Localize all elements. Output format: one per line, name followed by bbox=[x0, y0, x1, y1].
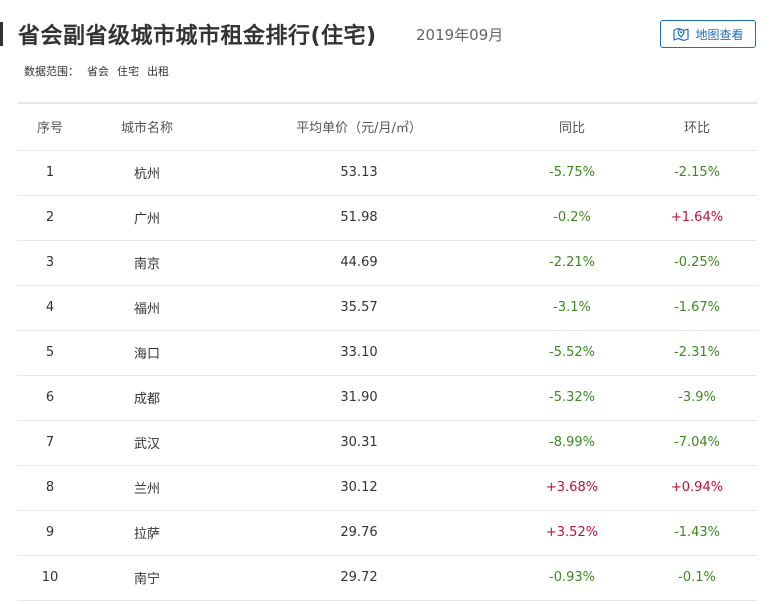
cell-yoy: -5.32% bbox=[549, 390, 595, 405]
cell-mom: -1.43% bbox=[674, 525, 720, 540]
cell-yoy: -0.2% bbox=[553, 210, 591, 225]
data-scope-label: 数据范围： bbox=[24, 65, 79, 78]
cell-price: 51.98 bbox=[340, 210, 378, 225]
rent-ranking-table: 序号 城市名称 平均单价（元/月/㎡） 同比 环比 1 杭州 53.13 -5.75%… bbox=[17, 102, 757, 601]
map-location-icon bbox=[673, 27, 690, 42]
cell-yoy: -0.93% bbox=[549, 570, 595, 585]
column-header-yoy: 同比 bbox=[558, 121, 585, 137]
cell-index: 2 bbox=[45, 210, 55, 225]
cell-city: 南宁 bbox=[133, 572, 160, 587]
cell-price: 30.31 bbox=[340, 435, 378, 450]
cell-city: 福州 bbox=[133, 302, 160, 317]
scope-tag-region: 省会 bbox=[87, 65, 109, 78]
cell-price: 33.10 bbox=[340, 345, 378, 360]
cell-yoy: +3.68% bbox=[545, 480, 599, 495]
column-header-city: 城市名称 bbox=[120, 121, 173, 137]
map-view-button[interactable]: 地图查看 bbox=[660, 20, 756, 48]
column-header-index: 序号 bbox=[36, 121, 63, 137]
cell-mom: +0.94% bbox=[670, 480, 724, 495]
page-title: 省会副省级城市城市租金排行(住宅) bbox=[18, 24, 377, 49]
cell-yoy: -5.75% bbox=[549, 165, 595, 180]
cell-price: 44.69 bbox=[340, 255, 378, 270]
cell-mom: -0.25% bbox=[674, 255, 720, 270]
cell-mom: -0.1% bbox=[678, 570, 716, 585]
cell-yoy: -8.99% bbox=[549, 435, 595, 450]
table-header-row: 序号 城市名称 平均单价（元/月/㎡） 同比 环比 bbox=[17, 103, 757, 150]
cell-city: 海口 bbox=[133, 347, 160, 362]
cell-mom: -7.04% bbox=[674, 435, 720, 450]
cell-index: 3 bbox=[45, 255, 55, 270]
cell-index: 8 bbox=[45, 480, 55, 495]
cell-price: 29.72 bbox=[340, 570, 378, 585]
table-row: 6 成都 31.90 -5.32% -3.9% bbox=[17, 375, 757, 420]
report-date: 2019年09月 bbox=[416, 26, 504, 44]
cell-index: 1 bbox=[45, 165, 55, 180]
cell-price: 29.76 bbox=[340, 525, 378, 540]
cell-index: 9 bbox=[45, 525, 55, 540]
cell-mom: +1.64% bbox=[670, 210, 724, 225]
cell-index: 4 bbox=[45, 300, 55, 315]
table-row: 8 兰州 30.12 +3.68% +0.94% bbox=[17, 465, 757, 510]
cell-city: 成都 bbox=[133, 392, 160, 407]
cell-yoy: +3.52% bbox=[545, 525, 599, 540]
cell-index: 6 bbox=[45, 390, 55, 405]
cell-price: 53.13 bbox=[340, 165, 378, 180]
cell-yoy: -2.21% bbox=[549, 255, 595, 270]
cell-city: 兰州 bbox=[133, 482, 160, 497]
column-header-price: 平均单价（元/月/㎡） bbox=[296, 121, 422, 137]
table-row: 9 拉萨 29.76 +3.52% -1.43% bbox=[17, 510, 757, 555]
cell-city: 杭州 bbox=[133, 167, 160, 182]
table-row: 10 南宁 29.72 -0.93% -0.1% bbox=[17, 555, 757, 600]
cell-price: 35.57 bbox=[340, 300, 378, 315]
cell-price: 31.90 bbox=[340, 390, 378, 405]
cell-index: 10 bbox=[41, 570, 59, 585]
cell-index: 7 bbox=[45, 435, 55, 450]
cell-index: 5 bbox=[45, 345, 55, 360]
title-accent-bar bbox=[0, 22, 3, 46]
cell-city: 拉萨 bbox=[133, 527, 160, 542]
table-row: 2 广州 51.98 -0.2% +1.64% bbox=[17, 195, 757, 240]
scope-tag-deal: 出租 bbox=[147, 65, 169, 78]
table-row: 1 杭州 53.13 -5.75% -2.15% bbox=[17, 150, 757, 195]
cell-price: 30.12 bbox=[340, 480, 378, 495]
cell-city: 南京 bbox=[133, 257, 160, 272]
scope-tag-type: 住宅 bbox=[117, 65, 139, 78]
cell-city: 广州 bbox=[133, 212, 160, 227]
table-row: 7 武汉 30.31 -8.99% -7.04% bbox=[17, 420, 757, 465]
cell-city: 武汉 bbox=[133, 437, 160, 452]
data-scope: 数据范围： 省会 住宅 出租 bbox=[24, 63, 175, 79]
cell-mom: -2.15% bbox=[674, 165, 720, 180]
table-row: 4 福州 35.57 -3.1% -1.67% bbox=[17, 285, 757, 330]
cell-yoy: -5.52% bbox=[549, 345, 595, 360]
cell-mom: -3.9% bbox=[678, 390, 716, 405]
table-row: 3 南京 44.69 -2.21% -0.25% bbox=[17, 240, 757, 285]
cell-yoy: -3.1% bbox=[553, 300, 591, 315]
column-header-mom: 环比 bbox=[683, 121, 710, 137]
map-view-button-label: 地图查看 bbox=[695, 27, 744, 42]
cell-mom: -2.31% bbox=[674, 345, 720, 360]
table-row: 5 海口 33.10 -5.52% -2.31% bbox=[17, 330, 757, 375]
cell-mom: -1.67% bbox=[674, 300, 720, 315]
